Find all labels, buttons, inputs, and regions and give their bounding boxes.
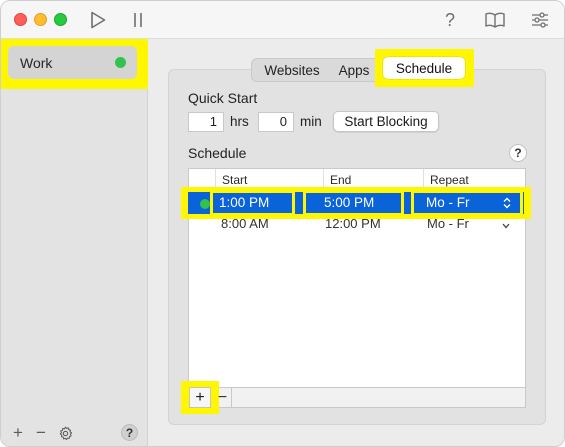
- tab-schedule[interactable]: Schedule: [383, 57, 465, 79]
- app-window: ? Work + − ? Websites Apps Schedule Quic…: [0, 0, 565, 447]
- zoom-window-button[interactable]: [54, 13, 67, 26]
- updown-chevron-icon: [502, 197, 512, 209]
- repeat-select-value: Mo - Fr: [426, 195, 470, 210]
- hours-unit-label: hrs: [230, 114, 249, 129]
- tab-apps[interactable]: Apps: [332, 59, 376, 81]
- tab-schedule-highlight: Schedule: [375, 49, 474, 87]
- status-dot-icon: [115, 57, 126, 68]
- row-2-end: 12:00 PM: [325, 218, 381, 230]
- sliders-icon[interactable]: [528, 8, 552, 32]
- end-time-field[interactable]: 5:00 PM: [303, 190, 404, 216]
- minutes-field[interactable]: 0: [258, 112, 294, 132]
- row-2-start: 8:00 AM: [221, 218, 269, 230]
- tab-websites[interactable]: Websites: [252, 59, 332, 81]
- schedule-title: Schedule: [188, 145, 247, 161]
- minimize-window-button[interactable]: [34, 13, 47, 26]
- pause-icon[interactable]: [126, 8, 150, 32]
- schedule-help-button[interactable]: ?: [509, 144, 527, 162]
- quick-start-title: Quick Start: [188, 90, 258, 106]
- active-status-dot-icon: [200, 199, 210, 209]
- sidebar: Work + − ?: [1, 39, 148, 446]
- hours-field[interactable]: 1: [188, 112, 224, 132]
- help-icon[interactable]: ?: [438, 8, 462, 32]
- sidebar-footer: + − ?: [1, 420, 148, 446]
- sidebar-item-label: Work: [20, 55, 53, 71]
- remove-schedule-button[interactable]: −: [214, 388, 232, 407]
- sidebar-item-highlight: Work: [1, 39, 148, 89]
- gear-icon[interactable]: [56, 424, 74, 442]
- start-blocking-button[interactable]: Start Blocking: [333, 111, 439, 132]
- book-icon[interactable]: [483, 8, 507, 32]
- minutes-unit-label: min: [300, 114, 322, 129]
- chevron-down-icon: [501, 219, 511, 229]
- add-schedule-button[interactable]: +: [189, 387, 211, 408]
- play-icon[interactable]: [86, 8, 110, 32]
- close-window-button[interactable]: [14, 13, 27, 26]
- add-blocklist-button[interactable]: +: [10, 423, 26, 442]
- start-time-field[interactable]: 1:00 PM: [210, 190, 295, 216]
- remove-blocklist-button[interactable]: −: [33, 423, 49, 442]
- table-footer: [188, 387, 526, 408]
- row-2-repeat: Mo - Fr: [427, 218, 469, 230]
- sidebar-item-work[interactable]: Work: [8, 46, 137, 79]
- title-bar: ?: [1, 1, 564, 39]
- sidebar-help-button[interactable]: ?: [121, 424, 138, 441]
